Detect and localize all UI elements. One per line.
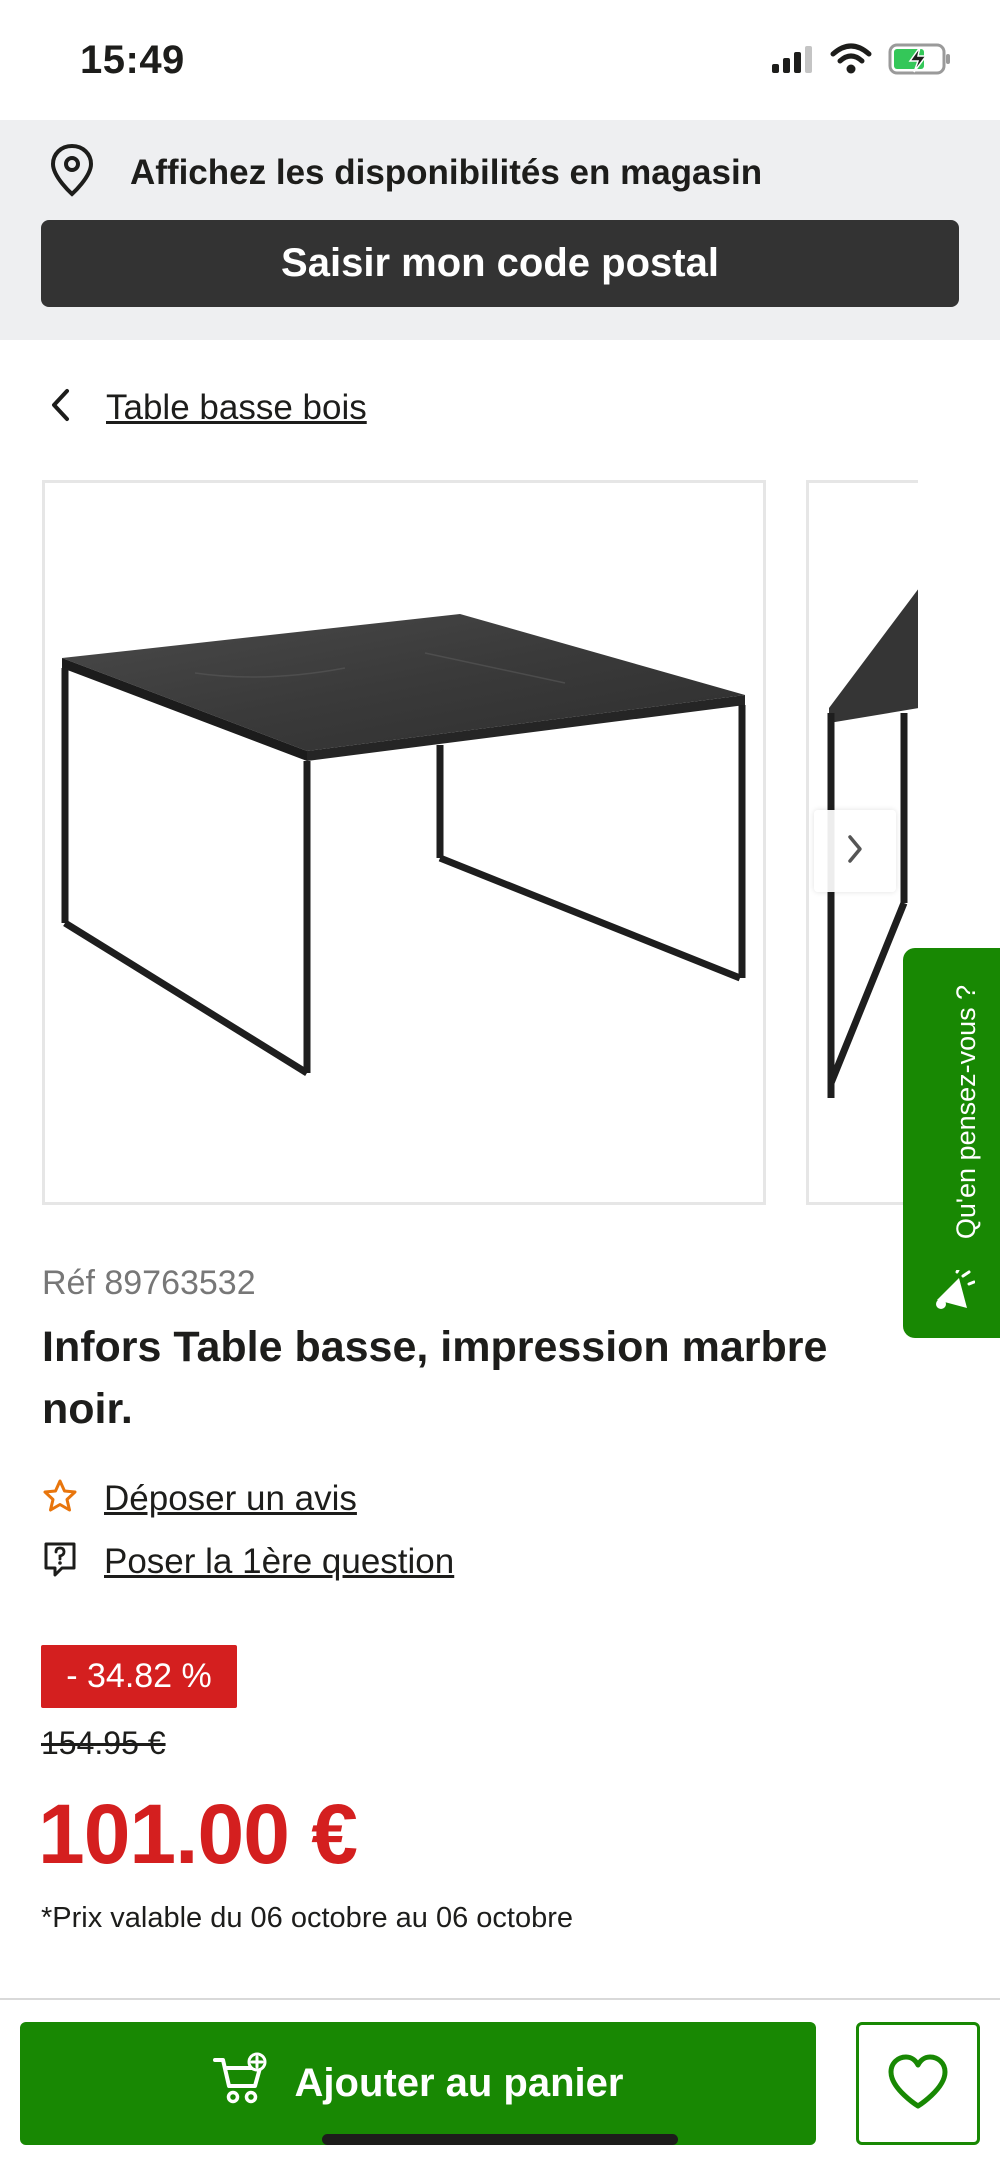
wifi-icon [830,43,872,80]
breadcrumb[interactable]: Table basse bois [48,385,367,430]
bottom-bar-divider [0,1998,1000,2000]
ask-question-label[interactable]: Poser la 1ère question [104,1542,454,1582]
status-bar: 15:49 [0,0,1000,120]
leave-review-label[interactable]: Déposer un avis [104,1479,357,1519]
discount-badge: - 34.82 % [41,1645,237,1708]
old-price: 154.95 € [41,1725,166,1761]
breadcrumb-link[interactable]: Table basse bois [106,388,367,428]
home-indicator [322,2134,678,2145]
question-bubble-icon[interactable] [42,1540,78,1583]
heart-icon[interactable] [886,2053,950,2114]
feedback-tab-label[interactable]: Qu'en pensez-vous ? [951,962,982,1262]
store-availability-text: Affichez les disponibilités en magasin [130,152,763,192]
star-icon[interactable] [42,1478,78,1519]
signal-icon [770,44,814,79]
add-to-cart-button[interactable]: Ajouter au panier [20,2022,816,2145]
chevron-right-icon[interactable] [845,833,865,870]
feedback-tab[interactable]: Qu'en pensez-vous ? [903,948,1000,1338]
product-title: Infors Table basse, impression marbre no… [42,1323,828,1433]
battery-charging-icon [888,42,952,81]
current-price: 101.00 € [38,1787,358,1881]
status-icons [770,42,952,81]
wishlist-button[interactable] [856,2022,980,2145]
megaphone-icon[interactable] [929,1266,976,1321]
leave-review-link[interactable]: Déposer un avis [42,1478,357,1519]
price-validity-note: *Prix valable du 06 octobre au 06 octobr… [41,1902,574,1934]
enter-postal-code-button[interactable]: Saisir mon code postal [41,220,959,307]
add-to-cart-label[interactable]: Ajouter au panier [295,2061,624,2106]
store-availability-banner: Affichez les disponibilités en magasin S… [0,120,1000,340]
chevron-left-icon[interactable] [48,385,72,430]
product-image-main[interactable] [42,480,766,1205]
store-availability-row: Affichez les disponibilités en magasin [48,142,762,203]
status-time: 15:49 [80,38,185,82]
cart-add-icon[interactable] [212,2052,269,2116]
ask-question-link[interactable]: Poser la 1ère question [42,1540,454,1583]
location-pin-icon [48,142,96,203]
product-reference: Réf 89763532 [42,1264,256,1302]
gallery-next-button[interactable] [814,810,896,892]
product-gallery[interactable] [0,480,1000,1205]
